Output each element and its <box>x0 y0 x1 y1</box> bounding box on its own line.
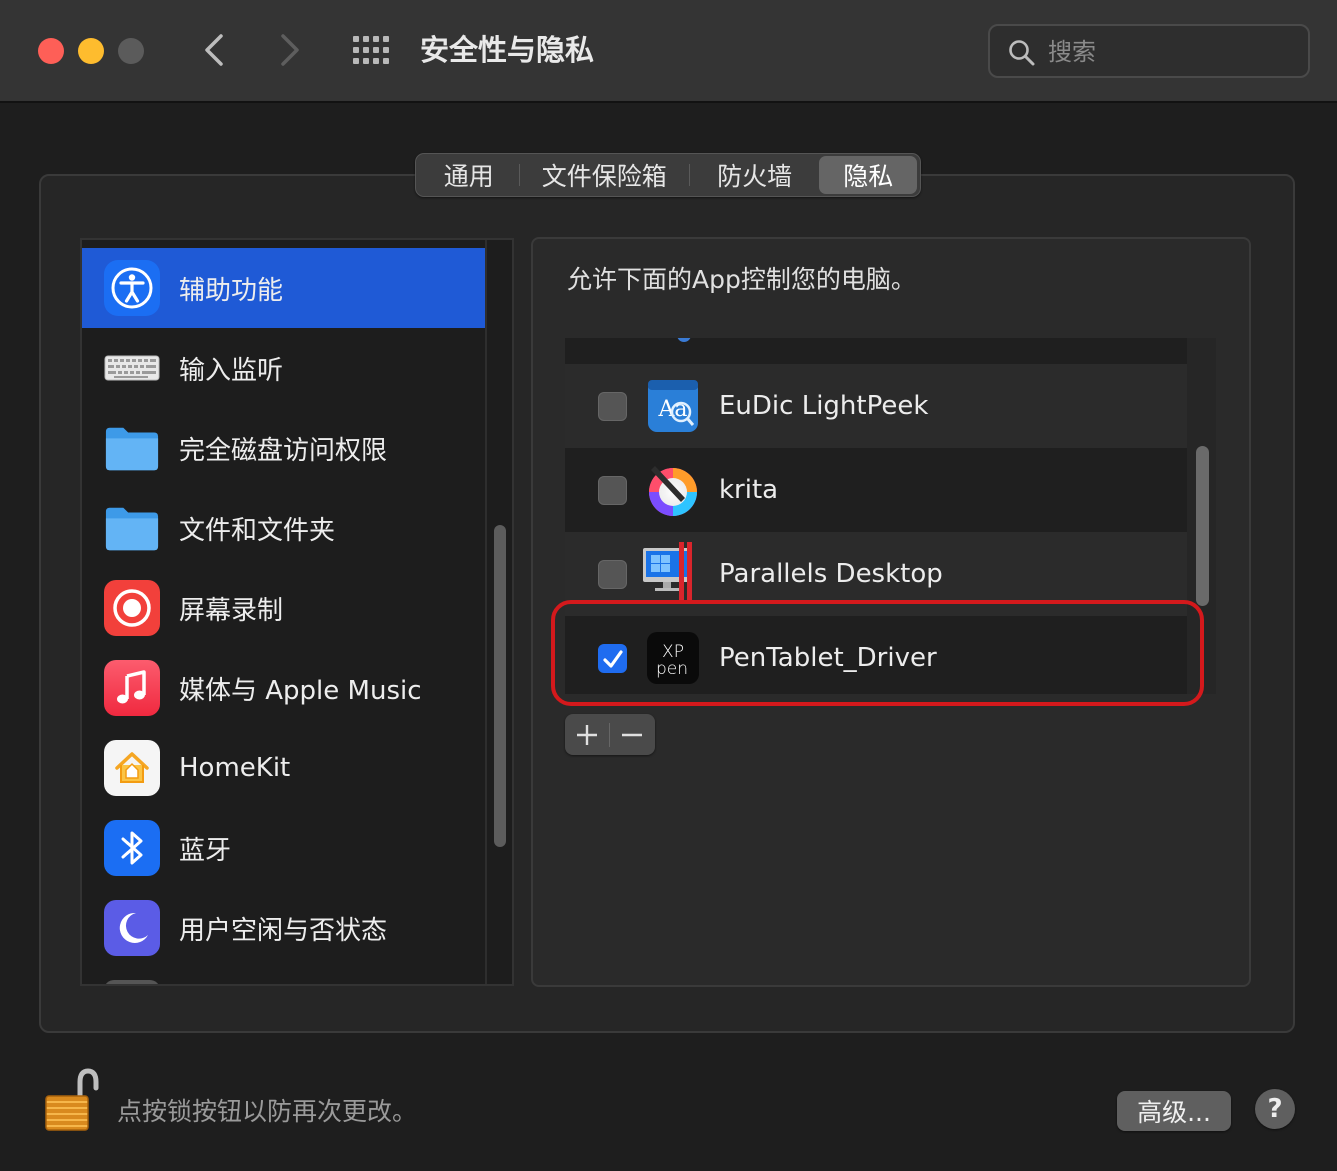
lock-hint-text: 点按锁按钮以防再次更改。 <box>117 1097 418 1126</box>
sidebar-item-idle-status[interactable]: 用户空闲与否状态 <box>82 888 485 968</box>
remove-app-button[interactable] <box>610 714 654 755</box>
sidebar-item-accessibility[interactable]: 辅助功能 <box>82 248 485 328</box>
sidebar-item-label: 辅助功能 <box>179 275 284 306</box>
keyboard-icon <box>104 340 160 396</box>
sidebar-item-label: 蓝牙 <box>179 835 232 866</box>
sidebar-item-media-apple-music[interactable]: 媒体与 Apple Music <box>82 648 485 728</box>
plus-icon <box>577 724 597 745</box>
sidebar-item-label: 输入监听 <box>179 355 284 386</box>
app-checkbox-checked[interactable] <box>598 644 627 673</box>
partial-item-icon <box>104 980 160 984</box>
list-item[interactable]: XP pen PenTablet_Driver <box>565 616 1187 694</box>
minimize-window-button[interactable] <box>78 38 104 64</box>
sidebar-scrollbar-thumb[interactable] <box>494 525 506 847</box>
list-item[interactable]: Parallels Desktop <box>565 532 1187 616</box>
tab-firewall[interactable]: 防火墙 <box>690 156 819 194</box>
bluetooth-icon <box>104 820 160 876</box>
krita-icon <box>645 462 701 518</box>
sidebar-item-screen-recording[interactable]: 屏幕录制 <box>82 568 485 648</box>
xppen-icon: XP pen <box>645 630 701 686</box>
forward-button[interactable] <box>270 30 310 70</box>
app-name: krita <box>719 475 779 505</box>
search-field[interactable] <box>988 24 1310 78</box>
search-icon <box>1009 40 1035 66</box>
permission-description: 允许下面的App控制您的电脑。 <box>567 265 916 294</box>
zoom-window-button[interactable] <box>118 38 144 64</box>
tab-privacy[interactable]: 隐私 <box>819 156 917 194</box>
svg-text:pen: pen <box>656 659 688 679</box>
sidebar-item-label: 完全磁盘访问权限 <box>179 435 388 466</box>
home-icon <box>104 740 160 796</box>
search-input[interactable] <box>1048 34 1288 70</box>
add-remove-control <box>565 714 655 755</box>
add-app-button[interactable] <box>565 714 609 755</box>
unlocked-padlock-icon <box>45 1068 99 1131</box>
lock-button[interactable] <box>40 1066 106 1134</box>
list-item[interactable]: krita <box>565 448 1187 532</box>
eudic-icon: Aa <box>645 378 701 434</box>
help-button[interactable]: ? <box>1255 1089 1295 1129</box>
chevron-left-icon <box>205 34 223 66</box>
title-bar: 安全性与隐私 <box>0 0 1337 103</box>
sidebar-item-bluetooth[interactable]: 蓝牙 <box>82 808 485 888</box>
app-checkbox[interactable] <box>598 392 627 421</box>
accessibility-icon <box>104 260 160 316</box>
sidebar-item-full-disk-access[interactable]: 完全磁盘访问权限 <box>82 408 485 488</box>
sidebar-item-label: HomeKit <box>179 753 291 783</box>
sidebar-item-input-monitoring[interactable]: 输入监听 <box>82 328 485 408</box>
privacy-category-sidebar: 辅助功能 输入监听 完全磁盘访问权限 文件和文件夹 屏幕录制 媒体与 Apple… <box>80 238 514 986</box>
moon-icon <box>104 900 160 956</box>
folder-icon <box>104 500 160 556</box>
tab-general[interactable]: 通用 <box>419 156 519 194</box>
app-list-scrollbar-thumb[interactable] <box>1196 446 1209 606</box>
advanced-button[interactable]: 高级... <box>1117 1091 1231 1131</box>
show-all-grid-button[interactable] <box>350 32 390 68</box>
sidebar-item-files-and-folders[interactable]: 文件和文件夹 <box>82 488 485 568</box>
app-list: Aa EuDic LightPeek krita Parallels Deskt… <box>565 338 1216 694</box>
app-name: PenTablet_Driver <box>719 643 937 673</box>
chevron-right-icon <box>281 34 299 66</box>
folder-icon <box>104 420 160 476</box>
tab-filevault[interactable]: 文件保险箱 <box>520 156 689 194</box>
app-name: EuDic LightPeek <box>719 391 929 421</box>
app-name: Parallels Desktop <box>719 559 943 589</box>
close-window-button[interactable] <box>38 38 64 64</box>
app-checkbox[interactable] <box>598 560 627 589</box>
minus-icon <box>622 733 642 736</box>
back-button[interactable] <box>194 30 234 70</box>
screen-record-icon <box>104 580 160 636</box>
sidebar-item-label: 媒体与 Apple Music <box>179 675 422 706</box>
tab-bar: 通用 文件保险箱 防火墙 隐私 <box>415 153 921 197</box>
parallels-icon <box>643 542 701 602</box>
list-item <box>565 338 1187 364</box>
sidebar-item-label: 文件和文件夹 <box>179 515 336 546</box>
window-title: 安全性与隐私 <box>420 33 595 67</box>
sidebar-item-homekit[interactable]: HomeKit <box>82 728 485 808</box>
app-checkbox[interactable] <box>598 476 627 505</box>
sidebar-item-label: 屏幕录制 <box>179 595 284 626</box>
music-note-icon <box>104 660 160 716</box>
sidebar-item-label: 用户空闲与否状态 <box>179 915 388 946</box>
list-item[interactable]: Aa EuDic LightPeek <box>565 364 1187 448</box>
checkmark-icon <box>602 649 623 668</box>
